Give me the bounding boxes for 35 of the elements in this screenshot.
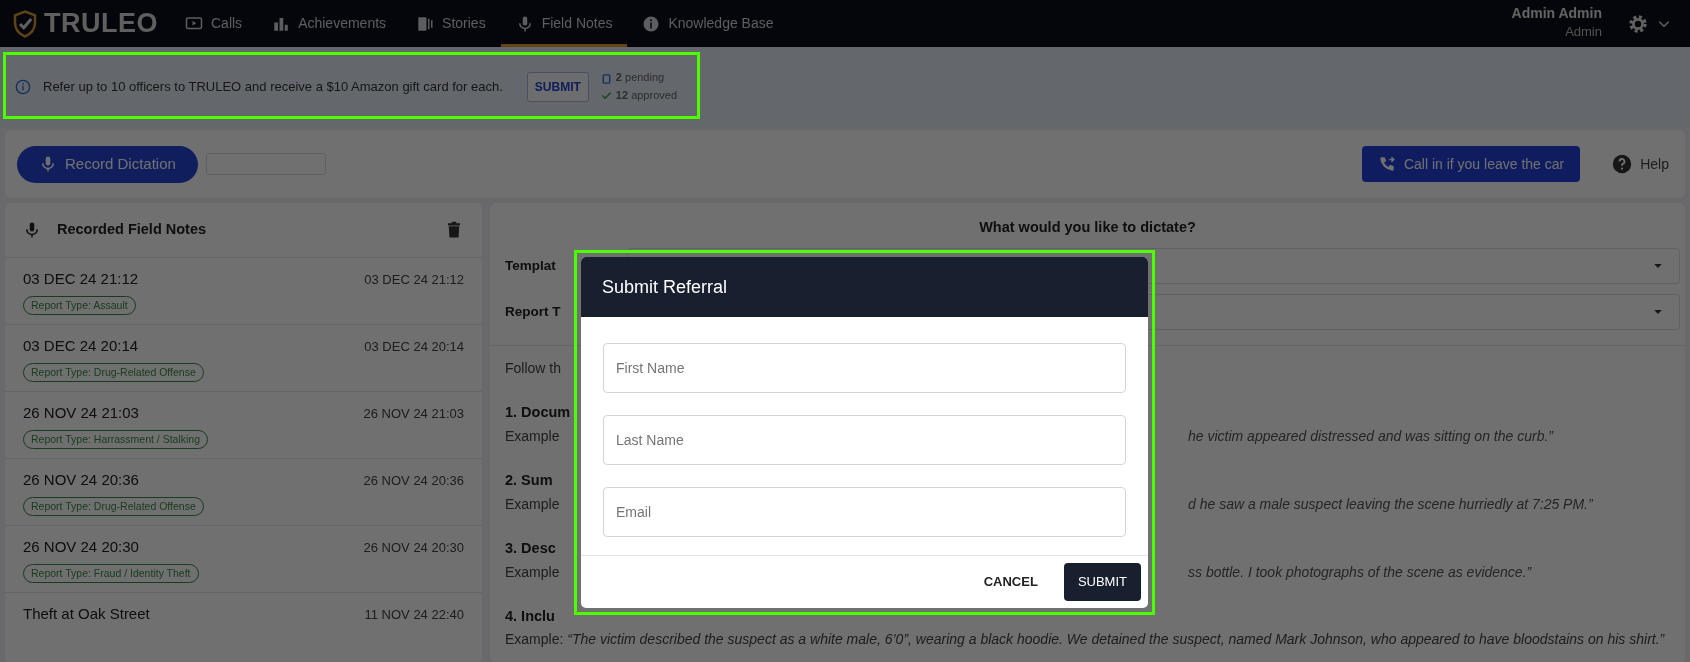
user-name: Admin Admin [1511, 5, 1602, 23]
example-text: Example: “The victim described the suspect as a white male, 6’0”, wearing a black hoodie. We detained the suspect, named Mark Johnson, who appeared to have bloodstains on his shirt.” [505, 630, 1666, 648]
step-heading: 2. Sum [505, 471, 553, 490]
example-text: Example [505, 563, 560, 582]
step-heading: 1. Docum [505, 403, 571, 422]
example-quote: d he saw a male suspect leaving the scene hurriedly at 7:25 PM.” [1188, 495, 1593, 514]
note-time: 11 NOV 24 22:40 [364, 605, 464, 624]
intro-text: Follow th [505, 359, 562, 378]
field-label: Report T [505, 302, 562, 321]
dialog-title: Submit Referral [581, 257, 1148, 317]
user-role: Admin [1564, 23, 1602, 42]
example-text: Example [505, 427, 560, 446]
dictation-title: What would you like to dictate? [978, 218, 1197, 237]
note-title: 03 DEC 24 21:12 [23, 269, 139, 289]
example-quote: he victim appeared distressed and was sitting on the curb.” [1188, 427, 1553, 446]
note-time: 03 DEC 24 21:12 [364, 270, 464, 289]
example-text: Example [505, 495, 560, 514]
note-title: Theft at Oak Street [23, 604, 150, 624]
note-title: 26 NOV 24 21:03 [23, 403, 139, 423]
panel-title: Recorded Field Notes [57, 220, 208, 240]
approved-count: 12 approved [615, 88, 677, 103]
referral-text: Refer up to 10 officers to TRULEO and receive a $10 Amazon gift card for each. [43, 78, 503, 97]
note-title: 26 NOV 24 20:36 [23, 470, 139, 490]
pending-count: 2 pending [615, 70, 665, 86]
example-quote: ss bottle. I took photographs of the scene as evidence.” [1188, 563, 1532, 582]
note-time: 26 NOV 24 20:36 [363, 471, 464, 490]
note-title: 26 NOV 24 20:30 [23, 537, 139, 557]
note-title: 03 DEC 24 20:14 [23, 336, 139, 356]
field-label: Templat [505, 256, 557, 275]
step-heading: 3. Desc [505, 539, 556, 558]
step-heading: 4. Inclu [505, 607, 555, 626]
note-time: 26 NOV 24 21:03 [363, 404, 464, 423]
note-time: 26 NOV 24 20:30 [363, 538, 464, 557]
note-time: 03 DEC 24 20:14 [364, 337, 464, 356]
logo-text: TRULEO [44, 7, 158, 41]
